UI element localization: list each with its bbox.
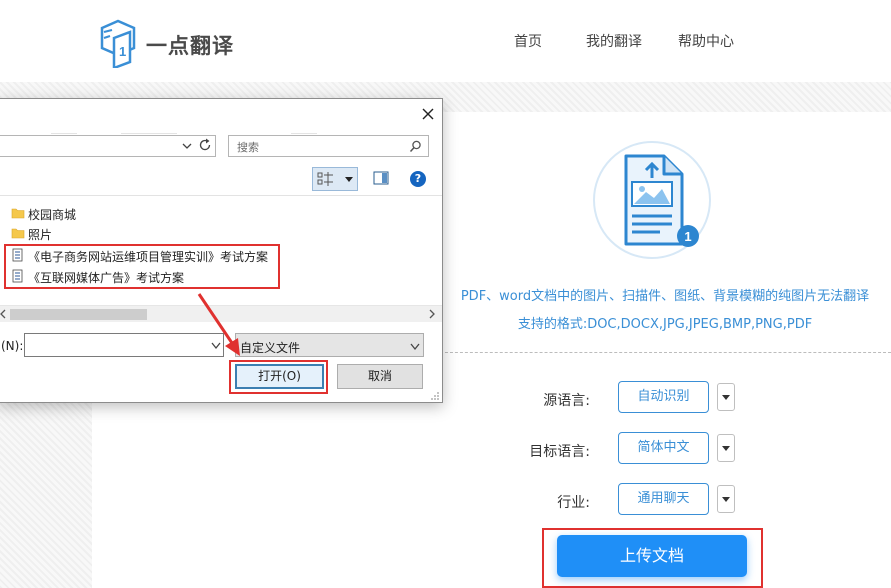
help-icon[interactable]: ?: [410, 171, 426, 187]
toolbar-separator: [121, 133, 177, 134]
chevron-down-icon: [410, 343, 420, 351]
filename-label: (N):: [1, 339, 24, 353]
document-upload-illustration-icon: 1: [593, 141, 711, 259]
chevron-right-icon[interactable]: [428, 309, 436, 319]
file-type-filter-value: 自定义文件: [240, 341, 301, 355]
industry-label: 行业:: [557, 495, 590, 511]
search-placeholder: 搜索: [237, 141, 259, 154]
target-language-dropdown-toggle[interactable]: [717, 434, 735, 462]
file-name: 照片: [28, 228, 53, 242]
scrollbar-thumb[interactable]: [10, 309, 147, 320]
search-input[interactable]: 搜索: [228, 135, 429, 157]
source-language-dropdown-toggle[interactable]: [717, 383, 735, 411]
unsupported-content-note: PDF、word文档中的图片、扫描件、图纸、背景模糊的纯图片无法翻译: [460, 289, 870, 304]
chevron-down-icon[interactable]: [181, 140, 193, 152]
svg-text:1: 1: [119, 44, 126, 59]
view-options-button[interactable]: [312, 167, 358, 191]
nav-my-translations[interactable]: 我的翻译: [586, 31, 642, 51]
dashed-divider: [440, 352, 891, 353]
close-icon[interactable]: [417, 103, 439, 125]
industry-dropdown-toggle[interactable]: [717, 485, 735, 513]
target-language-select[interactable]: 简体中文: [618, 432, 709, 464]
resize-grip-icon[interactable]: [429, 390, 440, 401]
file-name: 校园商城: [28, 208, 77, 222]
upload-document-button[interactable]: 上传文档: [557, 535, 747, 577]
filename-input[interactable]: [24, 333, 224, 357]
supported-formats-note: 支持的格式:DOC,DOCX,JPG,JPEG,BMP,PNG,PDF: [517, 317, 813, 332]
selected-files-highlight: [4, 244, 280, 289]
site-logo[interactable]: 1 一点翻译: [96, 18, 246, 68]
source-language-label: 源语言:: [543, 393, 590, 409]
nav-help-center[interactable]: 帮助中心: [678, 31, 734, 51]
chevron-left-icon[interactable]: [0, 309, 7, 319]
folder-icon: [11, 228, 25, 239]
source-language-select[interactable]: 自动识别: [618, 381, 709, 413]
logo-text: 一点翻译: [146, 34, 234, 58]
caret-down-icon: [345, 177, 353, 182]
target-language-label: 目标语言:: [529, 444, 590, 460]
toolbar-separator: [291, 133, 317, 134]
view-details-icon: [317, 172, 333, 186]
industry-select[interactable]: 通用聊天: [618, 483, 709, 515]
folder-icon: [11, 208, 25, 219]
toolbar-separator: [51, 133, 77, 134]
open-button[interactable]: 打开(O): [235, 364, 324, 389]
cancel-button[interactable]: 取消: [337, 364, 423, 389]
site-header: 1 一点翻译 首页 我的翻译 帮助中心: [0, 0, 891, 82]
refresh-icon[interactable]: [197, 137, 213, 153]
annotation-arrow-icon: [197, 293, 240, 356]
file-type-filter-select[interactable]: 自定义文件: [235, 333, 424, 357]
preview-pane-icon[interactable]: [373, 171, 389, 185]
search-icon: [409, 140, 421, 153]
logo-cube-icon: 1: [100, 19, 136, 68]
file-count-badge: 1: [684, 229, 691, 244]
toolbar-divider: [0, 195, 442, 196]
nav-home[interactable]: 首页: [514, 31, 542, 51]
